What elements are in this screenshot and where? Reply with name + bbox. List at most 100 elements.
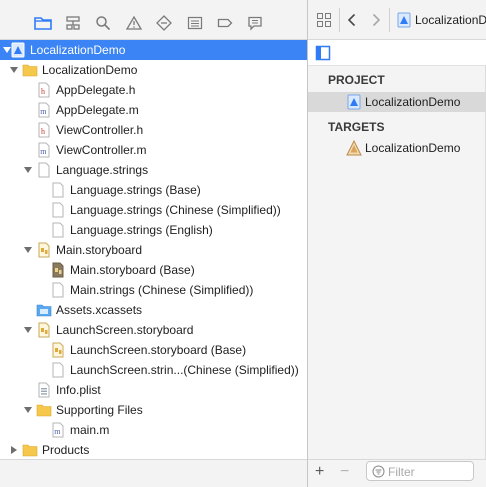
project-icon bbox=[397, 12, 411, 28]
source-file-icon: m bbox=[52, 422, 64, 438]
document-icon bbox=[52, 202, 64, 218]
add-button[interactable]: + bbox=[315, 463, 324, 481]
target-list-item[interactable]: LocalizationDemo bbox=[308, 138, 486, 158]
tree-row-file[interactable]: Assets.xcassets bbox=[0, 300, 307, 320]
targets-section-header: TARGETS bbox=[328, 120, 385, 134]
editor-subtoolbar bbox=[308, 40, 486, 66]
list-icon[interactable] bbox=[186, 14, 204, 32]
tree-row-file[interactable]: m AppDelegate.m bbox=[0, 100, 307, 120]
remove-button[interactable]: − bbox=[340, 463, 349, 481]
tree-row-file[interactable]: Main.storyboard (Base) bbox=[0, 260, 307, 280]
tree-row-file[interactable]: h ViewController.h bbox=[0, 120, 307, 140]
navigator-toolbar bbox=[0, 0, 307, 40]
project-icon bbox=[347, 94, 361, 110]
sidebar-toggle-icon[interactable] bbox=[315, 45, 331, 61]
tree-label: LocalizationDemo bbox=[42, 63, 138, 77]
tree-label: Main.strings (Chinese (Simplified)) bbox=[70, 283, 254, 297]
project-section-header: PROJECT bbox=[328, 73, 385, 87]
tree-row-variant-group[interactable]: LaunchScreen.storyboard bbox=[0, 320, 307, 340]
tree-row-file[interactable]: m main.m bbox=[0, 420, 307, 440]
project-icon bbox=[11, 42, 25, 58]
tree-label: Products bbox=[42, 443, 90, 457]
tag-icon[interactable] bbox=[216, 14, 234, 32]
jump-bar-separator bbox=[389, 8, 390, 32]
tree-row-file[interactable]: LaunchScreen.strin...(Chinese (Simplifie… bbox=[0, 360, 307, 380]
project-editor: LocalizationDe PROJECT LocalizationDemo … bbox=[308, 0, 486, 487]
source-file-icon: m bbox=[38, 102, 50, 118]
project-list-bottom-bar: + − Filter bbox=[308, 459, 486, 487]
search-icon[interactable] bbox=[94, 14, 112, 32]
tree-label: AppDelegate.h bbox=[56, 83, 136, 97]
tree-row-variant-group[interactable]: Main.storyboard bbox=[0, 240, 307, 260]
back-arrow-icon[interactable] bbox=[344, 12, 360, 28]
diamond-icon[interactable] bbox=[155, 14, 173, 32]
filter-placeholder: Filter bbox=[388, 465, 415, 479]
tree-label: Language.strings bbox=[56, 163, 149, 177]
plist-icon bbox=[38, 382, 50, 398]
svg-text:m: m bbox=[40, 147, 47, 156]
disclosure-expanded-icon[interactable] bbox=[9, 65, 19, 75]
group-folder-icon bbox=[22, 444, 38, 457]
tree-label: AppDelegate.m bbox=[56, 103, 139, 117]
tree-row-file[interactable]: Language.strings (Base) bbox=[0, 180, 307, 200]
target-item-label: LocalizationDemo bbox=[365, 141, 461, 155]
tree-label: LaunchScreen.strin...(Chinese (Simplifie… bbox=[70, 363, 299, 377]
hierarchy-icon[interactable] bbox=[64, 14, 82, 32]
tree-row-file[interactable]: LaunchScreen.storyboard (Base) bbox=[0, 340, 307, 360]
tree-row-file[interactable]: m ViewController.m bbox=[0, 140, 307, 160]
disclosure-collapsed-icon[interactable] bbox=[9, 445, 19, 455]
tree-row-file[interactable]: Info.plist bbox=[0, 380, 307, 400]
disclosure-expanded-icon[interactable] bbox=[23, 165, 33, 175]
disclosure-expanded-icon[interactable] bbox=[23, 325, 33, 335]
tree-row-project[interactable]: LocalizationDemo bbox=[0, 40, 307, 60]
tree-row-file[interactable]: Language.strings (Chinese (Simplified)) bbox=[0, 200, 307, 220]
document-icon bbox=[52, 282, 64, 298]
storyboard-icon bbox=[52, 342, 64, 358]
tree-label: Language.strings (English) bbox=[70, 223, 213, 237]
warning-icon[interactable] bbox=[125, 14, 143, 32]
asset-catalog-icon bbox=[36, 304, 52, 317]
tree-label: Language.strings (Base) bbox=[70, 183, 201, 197]
document-icon bbox=[52, 362, 64, 378]
tree-label: LocalizationDemo bbox=[30, 43, 126, 57]
svg-text:m: m bbox=[54, 427, 61, 436]
project-item-label: LocalizationDemo bbox=[365, 95, 461, 109]
tree-label: ViewController.m bbox=[56, 143, 147, 157]
app-target-icon bbox=[346, 140, 362, 156]
tree-label: Main.storyboard bbox=[56, 243, 143, 257]
document-icon bbox=[52, 182, 64, 198]
tree-row-group[interactable]: Products bbox=[0, 440, 307, 460]
disclosure-expanded-icon[interactable] bbox=[23, 405, 33, 415]
tree-row-variant-group[interactable]: Language.strings bbox=[0, 160, 307, 180]
tree-row-group[interactable]: LocalizationDemo bbox=[0, 60, 307, 80]
tree-row-file[interactable]: Main.strings (Chinese (Simplified)) bbox=[0, 280, 307, 300]
tree-label: Main.storyboard (Base) bbox=[70, 263, 195, 277]
tree-row-file[interactable]: h AppDelegate.h bbox=[0, 80, 307, 100]
navigator-filter-bar bbox=[0, 459, 307, 487]
storyboard-base-icon bbox=[52, 262, 64, 278]
svg-text:h: h bbox=[41, 127, 45, 136]
tree-label: LaunchScreen.storyboard bbox=[56, 323, 194, 337]
message-icon[interactable] bbox=[246, 14, 264, 32]
group-folder-icon bbox=[36, 404, 52, 417]
tree-label: ViewController.h bbox=[56, 123, 144, 137]
storyboard-icon bbox=[38, 322, 50, 338]
svg-text:m: m bbox=[40, 107, 47, 116]
forward-arrow-icon[interactable] bbox=[368, 12, 384, 28]
tree-label: Assets.xcassets bbox=[56, 303, 143, 317]
jump-bar-crumb[interactable]: LocalizationDe bbox=[415, 13, 486, 27]
header-file-icon: h bbox=[38, 122, 50, 138]
filter-field[interactable]: Filter bbox=[366, 461, 474, 481]
tree-label: Language.strings (Chinese (Simplified)) bbox=[70, 203, 281, 217]
disclosure-expanded-icon[interactable] bbox=[23, 245, 33, 255]
related-items-icon[interactable] bbox=[316, 12, 332, 28]
folder-icon[interactable] bbox=[34, 14, 52, 32]
filter-icon bbox=[372, 465, 385, 478]
svg-text:h: h bbox=[41, 87, 45, 96]
header-file-icon: h bbox=[38, 82, 50, 98]
project-list-item[interactable]: LocalizationDemo bbox=[308, 92, 486, 112]
tree-row-group[interactable]: Supporting Files bbox=[0, 400, 307, 420]
source-file-icon: m bbox=[38, 142, 50, 158]
tree-row-file[interactable]: Language.strings (English) bbox=[0, 220, 307, 240]
tree-label: Supporting Files bbox=[56, 403, 143, 417]
